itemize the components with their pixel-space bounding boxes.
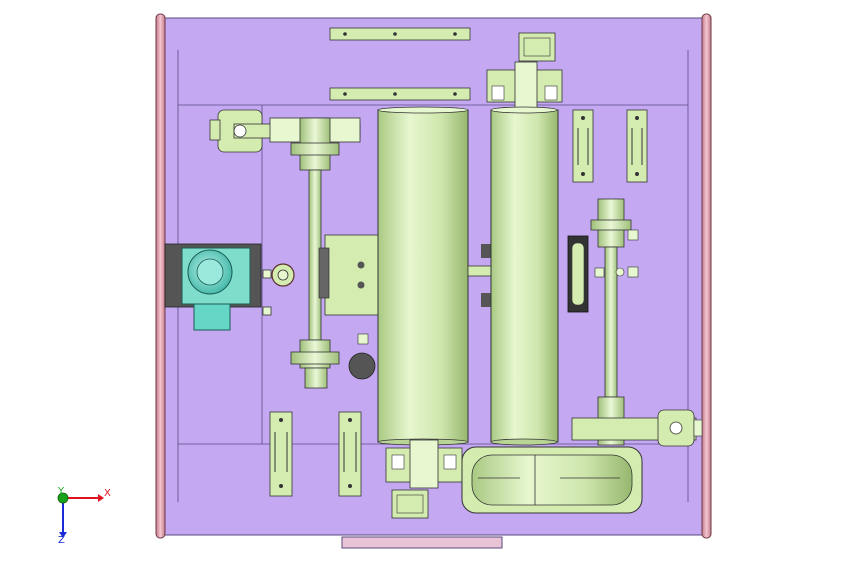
z-axis-label: Z [58, 535, 65, 546]
x-axis-label: X [104, 488, 111, 499]
right-slotted-bracket-1 [572, 109, 594, 183]
right-idler-wheel [567, 235, 589, 313]
y-axis-label: Y [57, 486, 65, 497]
left-main-roller [377, 106, 469, 446]
top-mounting-bar [329, 27, 471, 41]
belt-drive-housing [461, 446, 643, 514]
right-slotted-bracket-2 [626, 109, 648, 183]
triad-axis-icon: X Y Z [57, 486, 111, 546]
lower-slotted-bracket-2 [338, 411, 362, 497]
second-mounting-bar [329, 87, 471, 101]
right-side-rail [701, 13, 712, 539]
bottom-bracket [341, 536, 503, 549]
right-main-roller [490, 106, 559, 446]
left-side-rail [155, 13, 166, 539]
lower-slotted-bracket-1 [269, 411, 293, 497]
cad-viewport[interactable]: X Y Z [0, 0, 867, 562]
